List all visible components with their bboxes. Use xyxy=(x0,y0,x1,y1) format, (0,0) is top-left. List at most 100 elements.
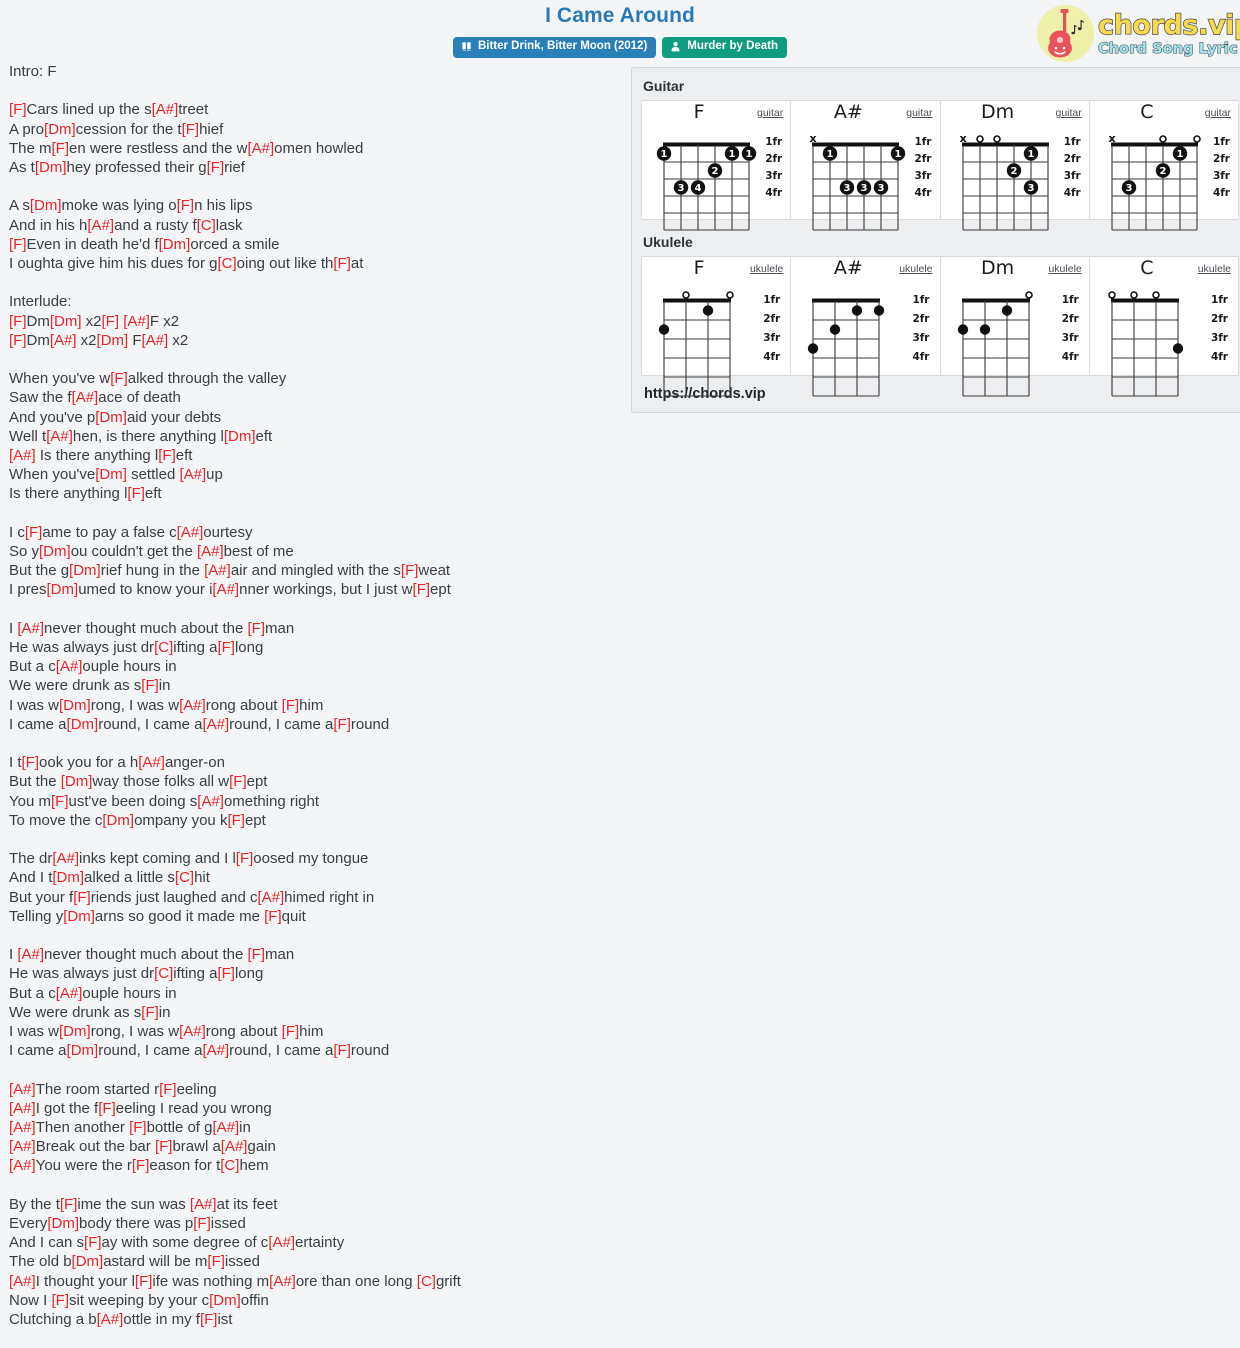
chord-marker[interactable]: [F] xyxy=(73,889,91,906)
chord-marker[interactable]: [A#] xyxy=(202,716,229,733)
chord-marker[interactable]: [Dm] xyxy=(47,1215,79,1232)
chord-marker[interactable]: [A#] xyxy=(204,562,231,579)
chord-marker[interactable]: [F] xyxy=(84,1234,102,1251)
chord-marker[interactable]: [Dm] xyxy=(224,428,256,445)
site-logo[interactable]: chords.vip Chord Song Lyric xyxy=(1037,4,1240,62)
chord-marker[interactable]: [Dm] xyxy=(67,716,99,733)
chord-marker[interactable]: [F] xyxy=(22,754,40,771)
chord-marker[interactable]: [F] xyxy=(333,255,351,272)
chord-marker[interactable]: [A#] xyxy=(190,1196,217,1213)
chord-marker[interactable]: [F] xyxy=(248,946,266,963)
chord-marker[interactable]: [A#] xyxy=(152,101,179,118)
chord-marker[interactable]: [F] xyxy=(9,236,27,253)
chord-marker[interactable]: [F] xyxy=(129,1119,147,1136)
chord-marker[interactable]: [F] xyxy=(52,140,70,157)
chord-diagram-Dm[interactable]: Dm ukulele 1fr 2fr 3fr 4fr xyxy=(941,257,1090,397)
chord-marker[interactable]: [F] xyxy=(9,313,27,330)
chord-marker[interactable]: [F] xyxy=(102,313,120,330)
chord-marker[interactable]: [Dm] xyxy=(69,562,101,579)
chord-marker[interactable]: [F] xyxy=(207,1253,225,1270)
chord-marker[interactable]: [F] xyxy=(229,773,247,790)
chord-marker[interactable]: [A#] xyxy=(247,140,274,157)
chord-marker[interactable]: [Dm] xyxy=(59,1023,91,1040)
chord-marker[interactable]: [C] xyxy=(154,639,173,656)
chord-marker[interactable]: [A#] xyxy=(197,793,224,810)
chord-marker[interactable]: [Dm] xyxy=(95,466,127,483)
chord-marker[interactable]: [F] xyxy=(264,908,282,925)
chord-marker[interactable]: [F] xyxy=(155,1138,173,1155)
chord-diagram-C[interactable]: Cukulele 1fr 2fr 3fr 4fr xyxy=(1090,257,1238,397)
chord-marker[interactable]: [F] xyxy=(132,1157,150,1174)
chord-marker[interactable]: [Dm] xyxy=(97,332,129,349)
chord-marker[interactable]: [Dm] xyxy=(61,773,93,790)
chord-marker[interactable]: [A#] xyxy=(9,1100,36,1117)
chord-marker[interactable]: [A#] xyxy=(269,1273,296,1290)
chord-marker[interactable]: [F] xyxy=(25,524,43,541)
chord-marker[interactable]: [F] xyxy=(141,677,159,694)
chord-marker[interactable]: [F] xyxy=(52,1292,70,1309)
chord-marker[interactable]: [Dm] xyxy=(47,581,79,598)
chord-marker[interactable]: [A#] xyxy=(9,1138,36,1155)
album-badge[interactable]: Bitter Drink, Bitter Moon (2012) xyxy=(452,37,657,58)
chord-marker[interactable]: [C] xyxy=(417,1273,436,1290)
chord-marker[interactable]: [A#] xyxy=(212,1119,239,1136)
chord-marker[interactable]: [C] xyxy=(175,869,194,886)
chord-marker[interactable]: [A#] xyxy=(123,313,150,330)
chord-marker[interactable]: [A#] xyxy=(179,697,206,714)
chord-marker[interactable]: [F] xyxy=(282,697,300,714)
chord-marker[interactable]: [F] xyxy=(193,1215,211,1232)
chord-marker[interactable]: [A#] xyxy=(50,332,77,349)
chord-marker[interactable]: [A#] xyxy=(257,889,284,906)
chord-marker[interactable]: [A#] xyxy=(17,620,44,637)
chord-diagram-C[interactable]: Cguitar x 1 2 3 1fr 2fr 3fr 4fr xyxy=(1090,101,1238,231)
chord-marker[interactable]: [A#] xyxy=(56,658,83,675)
chord-marker[interactable]: [Dm] xyxy=(102,812,134,829)
chord-diagram-Dm[interactable]: Dm guitar x 1 2 3 1fr 2fr 3fr 4fr xyxy=(941,101,1090,231)
chord-marker[interactable]: [Dm] xyxy=(95,409,127,426)
chord-marker[interactable]: [Dm] xyxy=(72,1253,104,1270)
chord-marker[interactable]: [A#] xyxy=(9,1081,36,1098)
chord-marker[interactable]: [A#] xyxy=(179,466,206,483)
chord-marker[interactable]: [F] xyxy=(158,447,176,464)
chord-marker[interactable]: [F] xyxy=(282,1023,300,1040)
chord-marker[interactable]: [F] xyxy=(182,121,200,138)
chord-marker[interactable]: [F] xyxy=(98,1100,116,1117)
chord-marker[interactable]: [Dm] xyxy=(30,197,62,214)
chord-marker[interactable]: [A#] xyxy=(9,1119,36,1136)
chord-marker[interactable]: [Dm] xyxy=(52,869,84,886)
artist-badge[interactable]: Murder by Death xyxy=(662,37,788,58)
chord-diagram-F[interactable]: Fguitar 1 1 1 2 3 4 1fr 2fr 3fr 4fr xyxy=(642,101,792,231)
chord-marker[interactable]: [A#] xyxy=(56,985,83,1002)
chord-marker[interactable]: [A#] xyxy=(87,217,114,234)
chord-marker[interactable]: [F] xyxy=(177,197,195,214)
chord-marker[interactable]: [A#] xyxy=(202,1042,229,1059)
chord-marker[interactable]: [A#] xyxy=(177,524,204,541)
chord-diagram-Asharp[interactable]: A# guitar x 1 1 3 3 3 1fr 2fr 3fr 4fr xyxy=(791,101,941,231)
chord-marker[interactable]: [A#] xyxy=(9,1157,36,1174)
chord-marker[interactable]: [F] xyxy=(207,159,225,176)
chord-marker[interactable]: [F] xyxy=(60,1196,78,1213)
chord-marker[interactable]: [Dm] xyxy=(159,236,191,253)
chord-marker[interactable]: [Dm] xyxy=(63,908,95,925)
chord-marker[interactable]: [Dm] xyxy=(44,121,76,138)
chord-marker[interactable]: [A#] xyxy=(179,1023,206,1040)
chord-marker[interactable]: [A#] xyxy=(72,389,99,406)
chord-marker[interactable]: [F] xyxy=(159,1081,177,1098)
chord-marker[interactable]: [A#] xyxy=(9,447,36,464)
chord-marker[interactable]: [A#] xyxy=(9,1273,36,1290)
chord-marker[interactable]: [F] xyxy=(217,965,235,982)
chord-marker[interactable]: [Dm] xyxy=(59,697,91,714)
chord-marker[interactable]: [A#] xyxy=(52,850,79,867)
chord-marker[interactable]: [A#] xyxy=(212,581,239,598)
chord-marker[interactable]: [A#] xyxy=(97,1311,124,1328)
chord-marker[interactable]: [A#] xyxy=(17,946,44,963)
chord-marker[interactable]: [C] xyxy=(217,255,236,272)
chord-marker[interactable]: [A#] xyxy=(138,754,165,771)
chord-marker[interactable]: [F] xyxy=(141,1004,159,1021)
chord-diagram-F[interactable]: Fukulele 1fr 2fr 3fr 4fr xyxy=(642,257,792,397)
chord-marker[interactable]: [Dm] xyxy=(50,313,82,330)
chord-marker[interactable]: [Dm] xyxy=(39,543,71,560)
chord-diagram-Asharp[interactable]: A# ukulele 1fr 2fr 3fr 4fr xyxy=(791,257,941,397)
chord-marker[interactable]: [F] xyxy=(217,639,235,656)
chord-marker[interactable]: [F] xyxy=(9,332,27,349)
